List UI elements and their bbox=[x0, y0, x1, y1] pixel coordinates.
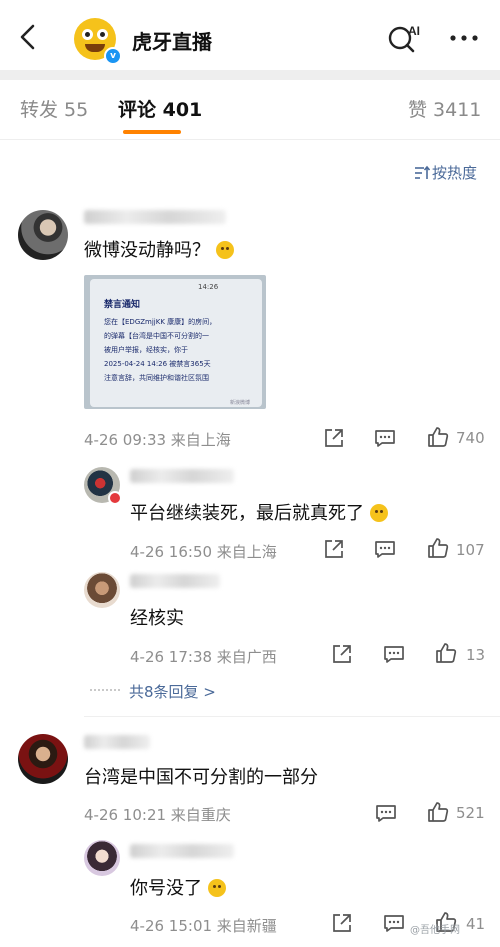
sort-label: 按热度 bbox=[432, 164, 478, 182]
username-blurred[interactable] bbox=[84, 210, 226, 224]
comment-meta: 4-26 09:33 来自上海 bbox=[84, 431, 231, 449]
emoji-icon bbox=[208, 879, 226, 897]
image-line: 您在【EDGZmjjKK 康康】的房间， bbox=[104, 318, 217, 326]
username-blurred[interactable] bbox=[84, 735, 150, 749]
more-icon[interactable] bbox=[446, 24, 482, 52]
image-watermark: 新浪微博 bbox=[230, 400, 251, 406]
image-line: 的弹幕【台湾是中国不可分割的一 bbox=[104, 332, 209, 340]
comment-icon[interactable] bbox=[373, 537, 397, 561]
reply-text: 你号没了 bbox=[130, 874, 226, 900]
active-tab-indicator bbox=[123, 130, 181, 134]
like-count: 13 bbox=[466, 646, 486, 664]
like-count: 41 bbox=[466, 915, 486, 933]
username-blurred[interactable] bbox=[130, 469, 234, 483]
reply-meta: 4-26 17:38 来自广西 bbox=[130, 648, 277, 666]
tab-reposts[interactable]: 转发 55 bbox=[20, 95, 88, 122]
comment-meta: 4-26 10:21 来自重庆 bbox=[84, 806, 231, 824]
comment-icon[interactable] bbox=[382, 911, 406, 935]
avatar[interactable] bbox=[18, 210, 68, 260]
tab-comments[interactable]: 评论 401 bbox=[118, 95, 202, 122]
comment-icon[interactable] bbox=[374, 801, 398, 825]
repost-icon[interactable] bbox=[322, 537, 346, 561]
reply-meta: 4-26 16:50 来自上海 bbox=[130, 543, 277, 561]
member-badge-icon bbox=[108, 491, 122, 505]
watermark: @吾他手网 bbox=[410, 925, 460, 936]
reply-text: 经核实 bbox=[130, 608, 184, 629]
svg-text:AI: AI bbox=[408, 24, 420, 38]
reply-dots bbox=[90, 689, 120, 693]
image-line: 注意言辞，共同维护和谐社区氛围 bbox=[104, 374, 209, 382]
more-replies-link[interactable]: 共8条回复 > bbox=[129, 681, 216, 702]
image-heading: 禁言通知 bbox=[104, 300, 141, 310]
image-line: 被用户举报，经核实，你于 bbox=[104, 346, 188, 354]
comment-text: 台湾是中国不可分割的一部分 bbox=[84, 767, 318, 788]
repost-icon[interactable] bbox=[330, 911, 354, 935]
repost-icon[interactable] bbox=[330, 642, 354, 666]
comment-divider bbox=[84, 716, 500, 717]
like-count: 107 bbox=[456, 541, 485, 559]
tab-likes[interactable]: 赞 3411 bbox=[408, 95, 481, 122]
comment-text: 微博没动静吗？ bbox=[84, 236, 234, 262]
repost-icon[interactable] bbox=[322, 426, 346, 450]
back-arrow-icon[interactable] bbox=[14, 22, 44, 52]
like-icon[interactable] bbox=[434, 641, 458, 665]
like-count: 740 bbox=[456, 429, 485, 447]
like-icon[interactable] bbox=[426, 800, 450, 824]
image-line: 2025-04-24 14:26 被禁言365天 bbox=[104, 360, 211, 368]
sort-icon bbox=[415, 165, 431, 179]
cry-emoji-icon bbox=[370, 504, 388, 522]
avatar[interactable] bbox=[84, 840, 120, 876]
reply-text: 平台继续装死，最后就真死了 bbox=[130, 499, 388, 525]
username-blurred[interactable] bbox=[130, 574, 220, 588]
comment-image[interactable]: 14:26 禁言通知 您在【EDGZmjjKK 康康】的房间， 的弹幕【台湾是中… bbox=[84, 275, 266, 409]
username-blurred[interactable] bbox=[130, 844, 234, 858]
verified-badge-icon: v bbox=[104, 47, 122, 65]
like-count: 521 bbox=[456, 804, 485, 822]
reply-meta: 4-26 15:01 来自新疆 bbox=[130, 917, 277, 935]
ai-search-icon[interactable]: AI bbox=[386, 22, 426, 54]
avatar[interactable] bbox=[18, 734, 68, 784]
tabs-divider bbox=[0, 139, 500, 140]
like-icon[interactable] bbox=[426, 425, 450, 449]
avatar[interactable] bbox=[84, 572, 120, 608]
emoji-icon bbox=[216, 241, 234, 259]
image-time: 14:26 bbox=[198, 283, 219, 291]
page-title: 虎牙直播 bbox=[132, 30, 212, 54]
comment-icon[interactable] bbox=[373, 426, 397, 450]
comment-icon[interactable] bbox=[382, 642, 406, 666]
like-icon[interactable] bbox=[426, 536, 450, 560]
header-divider bbox=[0, 70, 500, 80]
sort-button[interactable]: 按热度 bbox=[414, 162, 477, 183]
